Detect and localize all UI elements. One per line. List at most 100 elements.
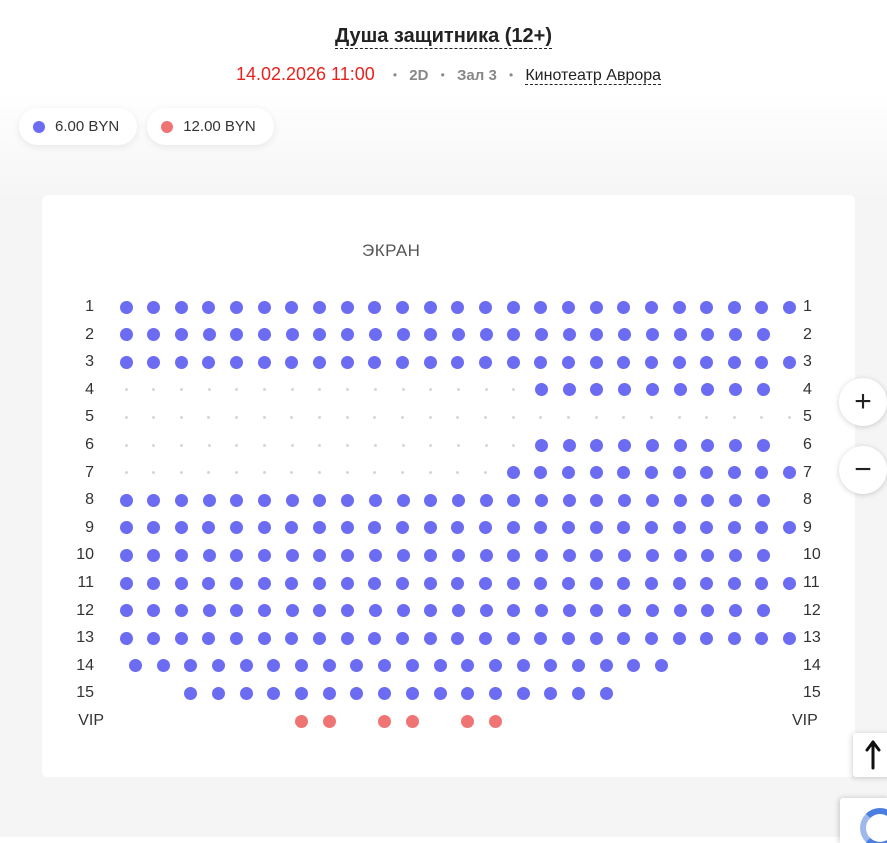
seat[interactable]: [644, 631, 658, 645]
seat[interactable]: [211, 686, 225, 700]
seat[interactable]: [535, 548, 548, 562]
seat-vip[interactable]: [488, 714, 502, 728]
seat[interactable]: [119, 521, 133, 535]
seat[interactable]: [700, 576, 714, 590]
seat[interactable]: [451, 300, 465, 314]
seat[interactable]: [313, 631, 327, 645]
recaptcha-badge[interactable]: [840, 798, 887, 843]
seat[interactable]: [156, 659, 170, 673]
seat[interactable]: [618, 604, 632, 618]
seat[interactable]: [423, 300, 437, 314]
seat[interactable]: [590, 383, 604, 397]
seat[interactable]: [368, 631, 382, 645]
seat[interactable]: [590, 438, 604, 452]
seat[interactable]: [147, 576, 161, 590]
seat[interactable]: [645, 438, 659, 452]
seat[interactable]: [479, 604, 493, 618]
seat[interactable]: [755, 466, 769, 480]
seat[interactable]: [230, 548, 244, 562]
seat[interactable]: [396, 521, 409, 535]
seat[interactable]: [230, 631, 244, 645]
seat[interactable]: [756, 604, 770, 618]
seat[interactable]: [645, 548, 659, 562]
seat[interactable]: [202, 548, 216, 562]
seat[interactable]: [285, 576, 299, 590]
seat[interactable]: [350, 659, 364, 673]
seat[interactable]: [174, 576, 188, 590]
seat[interactable]: [618, 383, 632, 397]
seat[interactable]: [561, 466, 575, 480]
price-filter-vip[interactable]: 12.00 BYN: [147, 108, 274, 145]
seat[interactable]: [257, 300, 271, 314]
seat[interactable]: [534, 466, 548, 480]
seat[interactable]: [755, 300, 769, 314]
seat[interactable]: [258, 548, 271, 562]
seat[interactable]: [644, 466, 658, 480]
seat[interactable]: [589, 521, 603, 535]
seat[interactable]: [396, 300, 409, 314]
seat[interactable]: [644, 521, 658, 535]
seat[interactable]: [147, 604, 161, 618]
zoom-out-button[interactable]: −: [839, 446, 887, 494]
seat[interactable]: [341, 604, 355, 618]
seat[interactable]: [202, 521, 216, 535]
seat[interactable]: [645, 383, 659, 397]
seat[interactable]: [340, 521, 354, 535]
seat[interactable]: [313, 493, 327, 507]
seat[interactable]: [478, 300, 492, 314]
seat[interactable]: [783, 466, 797, 480]
seat[interactable]: [700, 300, 714, 314]
seat[interactable]: [783, 576, 797, 590]
seat[interactable]: [728, 548, 742, 562]
seat[interactable]: [378, 659, 392, 673]
seat-vip[interactable]: [461, 714, 475, 728]
seat[interactable]: [655, 659, 669, 673]
seat[interactable]: [341, 548, 355, 562]
seat[interactable]: [257, 576, 271, 590]
seat[interactable]: [396, 548, 410, 562]
seat[interactable]: [378, 686, 392, 700]
seat[interactable]: [202, 493, 216, 507]
seat[interactable]: [184, 686, 198, 700]
seat[interactable]: [368, 355, 382, 369]
seat[interactable]: [313, 521, 327, 535]
seat[interactable]: [313, 604, 327, 618]
seat[interactable]: [701, 548, 715, 562]
seat[interactable]: [230, 604, 244, 618]
seat[interactable]: [313, 548, 327, 562]
seat[interactable]: [322, 686, 336, 700]
seat[interactable]: [119, 631, 133, 645]
seat[interactable]: [368, 548, 382, 562]
seat[interactable]: [313, 576, 327, 590]
seat[interactable]: [673, 328, 687, 342]
seat[interactable]: [755, 355, 769, 369]
seat[interactable]: [701, 493, 715, 507]
seat[interactable]: [451, 576, 465, 590]
seat[interactable]: [313, 328, 327, 342]
seat-vip[interactable]: [322, 714, 336, 728]
seat[interactable]: [257, 631, 271, 645]
seat[interactable]: [618, 328, 632, 342]
zoom-in-button[interactable]: +: [839, 378, 887, 426]
seat[interactable]: [727, 521, 741, 535]
seat[interactable]: [506, 355, 520, 369]
seat[interactable]: [506, 466, 520, 480]
seat[interactable]: [507, 548, 521, 562]
seat[interactable]: [202, 328, 216, 342]
seat[interactable]: [230, 300, 244, 314]
seat[interactable]: [783, 300, 797, 314]
seat[interactable]: [506, 521, 520, 535]
seat[interactable]: [285, 548, 299, 562]
seat[interactable]: [599, 686, 613, 700]
movie-title[interactable]: Душа защитника (12+): [334, 25, 553, 49]
seat[interactable]: [644, 576, 658, 590]
seat[interactable]: [562, 548, 576, 562]
seat[interactable]: [340, 300, 354, 314]
seat[interactable]: [322, 659, 336, 673]
seat[interactable]: [589, 466, 603, 480]
seat[interactable]: [285, 328, 299, 342]
seat[interactable]: [285, 300, 299, 314]
seat[interactable]: [267, 659, 281, 673]
seat[interactable]: [285, 631, 299, 645]
seat[interactable]: [756, 383, 770, 397]
